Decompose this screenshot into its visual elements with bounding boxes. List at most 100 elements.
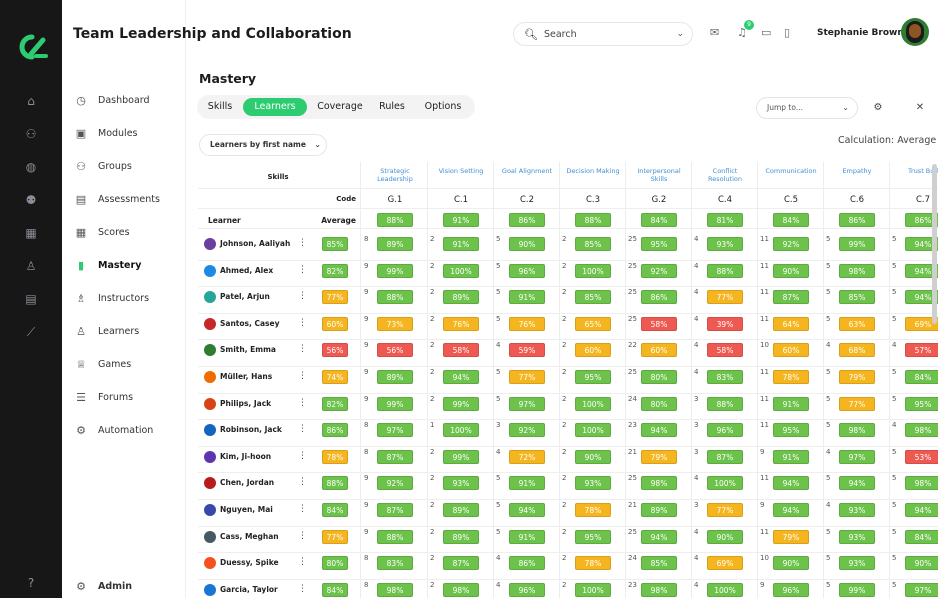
learner-name[interactable]: Smith, Emma <box>220 345 276 354</box>
score-pill[interactable]: 92% <box>773 237 809 251</box>
score-pill[interactable]: 72% <box>509 449 545 464</box>
brand-logo[interactable] <box>14 34 48 60</box>
score-pill[interactable]: 83% <box>707 370 743 384</box>
score-pill[interactable]: 87% <box>377 503 413 517</box>
skill-header-name[interactable]: Decision Making <box>564 167 622 175</box>
score-pill[interactable]: 60% <box>773 343 809 358</box>
help-icon[interactable]: ? <box>24 576 38 590</box>
score-pill[interactable]: 91% <box>773 396 809 411</box>
sidebar-item-learners[interactable]: ♙ Learners <box>62 319 186 343</box>
admin-button[interactable]: ⚙ Admin <box>62 574 186 598</box>
score-pill[interactable]: 97% <box>509 396 545 411</box>
score-pill[interactable]: 96% <box>509 582 545 597</box>
sidebar-item-assessments[interactable]: ▤ Assessments <box>62 187 186 211</box>
score-pill[interactable]: 88% <box>377 290 413 305</box>
skill-header-name[interactable]: Goal Alignment <box>498 167 556 175</box>
learner-name[interactable]: Patel, Arjun <box>220 292 270 301</box>
tab-options[interactable]: Options <box>417 98 469 116</box>
score-pill[interactable]: 78% <box>773 370 809 384</box>
tab-rules[interactable]: Rules <box>373 98 411 116</box>
jump-to-select[interactable]: Jump to... ⌄ <box>756 97 858 119</box>
score-pill[interactable]: 95% <box>575 370 611 384</box>
learner-name[interactable]: Ahmed, Alex <box>220 266 273 275</box>
score-pill[interactable]: 94% <box>773 476 809 491</box>
score-pill[interactable]: 92% <box>641 263 677 278</box>
user-icon[interactable]: ♙ <box>24 259 38 273</box>
score-pill[interactable]: 89% <box>377 237 413 251</box>
score-pill[interactable]: 99% <box>443 449 479 464</box>
tab-coverage[interactable]: Coverage <box>313 98 367 116</box>
score-pill[interactable]: 76% <box>443 316 479 331</box>
sidebar-item-groups[interactable]: ⚇ Groups <box>62 154 186 178</box>
more-options-icon[interactable]: ⋮ <box>298 371 307 381</box>
learner-name[interactable]: Robinson, Jack <box>220 425 282 434</box>
score-pill[interactable]: 77% <box>707 290 743 305</box>
score-pill[interactable]: 90% <box>773 263 809 278</box>
score-pill[interactable]: 88% <box>707 263 743 278</box>
score-pill[interactable]: 58% <box>641 316 677 331</box>
score-pill[interactable]: 65% <box>575 316 611 331</box>
score-pill[interactable]: 92% <box>509 423 545 438</box>
sidebar-item-dashboard[interactable]: ◷ Dashboard <box>62 88 186 112</box>
score-pill[interactable]: 94% <box>509 503 545 517</box>
score-pill[interactable]: 99% <box>443 396 479 411</box>
score-pill[interactable]: 39% <box>707 316 743 331</box>
score-pill[interactable]: 94% <box>443 370 479 384</box>
calculation-label[interactable]: Calculation: Average <box>838 135 936 146</box>
scrollbar[interactable] <box>932 164 937 324</box>
score-pill[interactable]: 84% <box>905 370 938 384</box>
score-pill[interactable]: 90% <box>575 449 611 464</box>
mail-icon[interactable]: ✉ <box>710 26 719 39</box>
more-options-icon[interactable]: ⋮ <box>298 477 307 487</box>
score-pill[interactable]: 83% <box>377 556 413 571</box>
score-pill[interactable]: 94% <box>641 529 677 544</box>
score-pill[interactable]: 93% <box>839 556 875 571</box>
score-pill[interactable]: 80% <box>641 370 677 384</box>
score-pill[interactable]: 95% <box>905 396 938 411</box>
chevron-down-icon[interactable]: ⌄ <box>676 29 684 39</box>
score-pill[interactable]: 93% <box>839 529 875 544</box>
score-pill[interactable]: 79% <box>839 370 875 384</box>
score-pill[interactable]: 97% <box>377 423 413 438</box>
skill-header-name[interactable]: Strategic Leadership <box>366 167 424 183</box>
user-name[interactable]: Stephanie Brown <box>817 28 904 38</box>
score-pill[interactable]: 98% <box>905 476 938 491</box>
score-pill[interactable]: 86% <box>641 290 677 305</box>
more-options-icon[interactable]: ⋮ <box>298 531 307 541</box>
score-pill[interactable]: 96% <box>707 423 743 438</box>
learner-name[interactable]: Johnson, Aaliyah <box>220 239 290 248</box>
score-pill[interactable]: 100% <box>443 423 479 438</box>
score-pill[interactable]: 85% <box>641 556 677 571</box>
score-pill[interactable]: 99% <box>377 263 413 278</box>
score-pill[interactable]: 87% <box>443 556 479 571</box>
score-pill[interactable]: 98% <box>443 582 479 597</box>
score-pill[interactable]: 89% <box>641 503 677 517</box>
score-pill[interactable]: 91% <box>509 290 545 305</box>
score-pill[interactable]: 87% <box>377 449 413 464</box>
score-pill[interactable]: 97% <box>839 449 875 464</box>
score-pill[interactable]: 58% <box>443 343 479 358</box>
learner-name[interactable]: Nguyen, Mai <box>220 505 273 514</box>
more-options-icon[interactable]: ⋮ <box>298 291 307 301</box>
collapse-icon[interactable]: ✕ <box>911 99 929 117</box>
trash-icon[interactable]: ▯ <box>784 26 790 39</box>
score-pill[interactable]: 96% <box>773 582 809 597</box>
score-pill[interactable]: 85% <box>575 237 611 251</box>
score-pill[interactable]: 77% <box>707 503 743 517</box>
building-icon[interactable]: ▤ <box>24 292 38 306</box>
score-pill[interactable]: 57% <box>905 343 938 358</box>
skill-header-name[interactable]: Interpersonal Skills <box>630 167 688 183</box>
score-pill[interactable]: 100% <box>443 263 479 278</box>
tab-learners[interactable]: Learners <box>243 98 307 116</box>
score-pill[interactable]: 100% <box>575 263 611 278</box>
score-pill[interactable]: 79% <box>641 449 677 464</box>
sidebar-item-games[interactable]: ♕ Games <box>62 352 186 376</box>
learner-name[interactable]: Kim, Ji-hoon <box>220 452 271 461</box>
score-pill[interactable]: 98% <box>839 423 875 438</box>
learner-name[interactable]: Philips, Jack <box>220 399 271 408</box>
score-pill[interactable]: 90% <box>707 529 743 544</box>
score-pill[interactable]: 100% <box>575 582 611 597</box>
learner-name[interactable]: Garcia, Taylor <box>220 585 278 594</box>
score-pill[interactable]: 93% <box>839 503 875 517</box>
score-pill[interactable]: 88% <box>707 396 743 411</box>
